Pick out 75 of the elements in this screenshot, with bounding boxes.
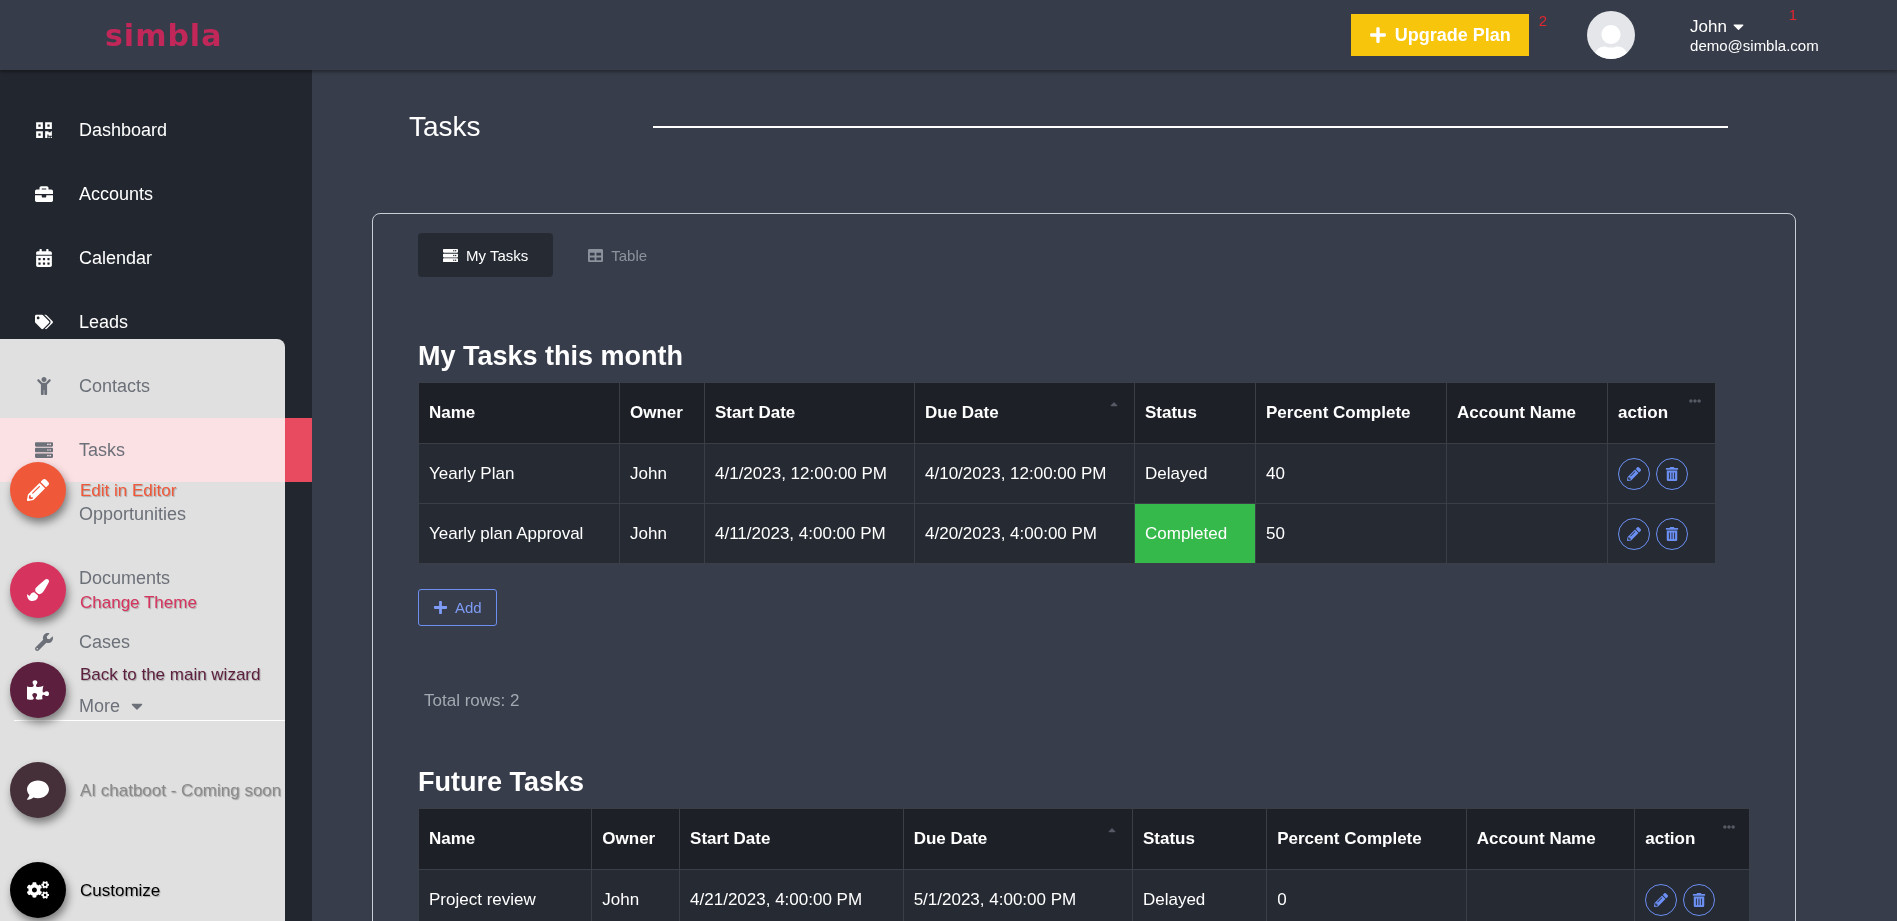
gears-icon <box>27 879 49 901</box>
section-heading: My Tasks this month <box>418 340 685 373</box>
action-circle-button[interactable] <box>10 662 66 718</box>
menu-icon <box>35 313 53 331</box>
pencil-icon <box>27 479 49 501</box>
trash-icon <box>1692 892 1707 907</box>
table-icon <box>588 247 604 263</box>
column-header: Owner <box>591 808 680 870</box>
column-header: Account Name <box>1466 808 1635 870</box>
action-label[interactable]: Customize <box>80 881 161 899</box>
row-count: Total rows: 2 <box>424 691 521 711</box>
sidebar-item[interactable]: Cases <box>35 633 131 651</box>
column-header: Owner <box>619 382 705 444</box>
column-header: Name <box>418 808 592 870</box>
table-cell: 4/1/2023, 12:00:00 PM <box>704 443 915 504</box>
speech-bubble-icon <box>27 779 49 801</box>
column-header: Status <box>1132 808 1267 870</box>
column-header: Due Date <box>914 382 1135 444</box>
plus-icon <box>433 600 448 615</box>
column-header: Start Date <box>704 382 915 444</box>
menu-icon <box>35 441 53 459</box>
menu-icon <box>35 249 53 267</box>
table-cell: 4/10/2023, 12:00:00 PM <box>914 443 1135 504</box>
action-circle-button[interactable] <box>10 862 66 918</box>
add-button[interactable]: Add <box>418 589 497 626</box>
table-cell: 4/20/2023, 4:00:00 PM <box>914 503 1135 564</box>
column-header: Status <box>1134 382 1256 444</box>
column-header: Start Date <box>679 808 904 870</box>
sidebar-item[interactable]: Contacts <box>35 377 151 395</box>
sidebar-item[interactable]: Calendar <box>35 249 153 267</box>
column-header: Name <box>418 382 620 444</box>
avatar[interactable] <box>1587 11 1636 59</box>
user-email: demo@simbla.com <box>1690 36 1819 54</box>
table-cell: 4/11/2023, 4:00:00 PM <box>704 503 915 564</box>
menu-icon <box>35 121 53 139</box>
status-cell: Delayed <box>1134 443 1256 504</box>
menu-icon <box>35 185 53 203</box>
pencil-icon <box>1654 892 1669 907</box>
number-label: 1 <box>1788 6 1797 23</box>
column-header: Account Name <box>1446 382 1608 444</box>
section-heading: Future Tasks <box>418 766 586 799</box>
status-cell: Completed <box>1134 503 1256 564</box>
menu-icon <box>35 377 53 395</box>
trash-icon <box>1665 526 1679 541</box>
tab[interactable]: My Tasks <box>418 233 554 277</box>
number-label: 2 <box>1538 12 1548 29</box>
sidebar-item[interactable]: Accounts <box>35 185 154 203</box>
action-label[interactable]: Back to the main wizard <box>80 665 261 683</box>
puzzle-icon <box>27 679 49 701</box>
column-header: Due Date <box>903 808 1133 870</box>
tab[interactable]: Table <box>563 233 673 277</box>
menu-icon <box>35 633 53 651</box>
table-cell: Yearly plan Approval <box>418 503 620 564</box>
paintbrush-icon <box>27 579 49 601</box>
page-title: Tasks <box>409 110 481 143</box>
column-header: action <box>1634 808 1750 870</box>
sidebar-item[interactable]: Dashboard <box>35 121 168 139</box>
list-icon <box>443 247 458 263</box>
table-cell: John <box>619 503 705 564</box>
table-cell: 40 <box>1255 443 1447 504</box>
sidebar-item[interactable]: Leads <box>35 313 129 331</box>
action-label[interactable]: Change Theme <box>80 593 197 611</box>
column-header: Percent Complete <box>1255 382 1447 444</box>
column-header: Percent Complete <box>1266 808 1467 870</box>
pencil-icon <box>1627 526 1641 541</box>
column-header: action <box>1607 382 1716 444</box>
pencil-icon <box>1627 466 1641 481</box>
sidebar-item[interactable]: Tasks <box>35 441 125 459</box>
table-cell: Yearly Plan <box>418 443 620 504</box>
table-cell: Project review <box>418 869 592 921</box>
action-label[interactable]: Edit in Editor <box>80 481 177 499</box>
table-cell: John <box>619 443 705 504</box>
trash-icon <box>1665 466 1679 481</box>
plus-icon <box>1368 26 1387 44</box>
table-cell: 50 <box>1255 503 1447 564</box>
